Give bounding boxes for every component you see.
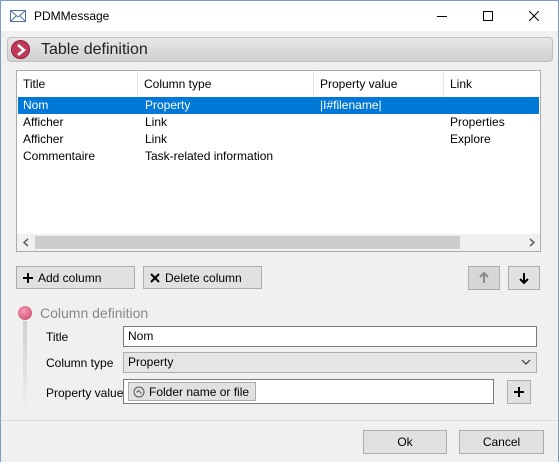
cell-type: Task-related information bbox=[145, 149, 274, 163]
column-definition-heading: Column definition bbox=[40, 305, 149, 321]
maximize-icon bbox=[483, 11, 493, 21]
close-icon bbox=[529, 11, 539, 21]
envelope-icon bbox=[10, 10, 26, 22]
dialog-window: PDMMessage Table definition Title Column… bbox=[0, 0, 559, 462]
column-definition-dot-icon bbox=[18, 306, 32, 320]
cell-type: Link bbox=[145, 132, 168, 146]
delete-x-icon bbox=[150, 272, 160, 283]
move-down-button[interactable] bbox=[508, 266, 540, 290]
table-row[interactable]: Nom Property |I#filename| bbox=[18, 97, 539, 114]
close-button[interactable] bbox=[511, 1, 557, 31]
scrollbar-thumb[interactable] bbox=[35, 236, 460, 249]
column-definition-divider bbox=[23, 321, 27, 411]
col-header-link[interactable]: Link bbox=[444, 71, 540, 97]
delete-column-button[interactable]: Delete column bbox=[143, 266, 262, 289]
section-title: Table definition bbox=[41, 41, 148, 58]
title-label: Title bbox=[46, 330, 69, 344]
maximize-button[interactable] bbox=[465, 1, 511, 31]
horizontal-scrollbar[interactable] bbox=[17, 234, 540, 251]
property-chip-label: Folder name or file bbox=[149, 384, 250, 399]
cell-title: Nom bbox=[23, 98, 49, 112]
section-badge-icon bbox=[11, 40, 30, 59]
move-up-button[interactable] bbox=[468, 266, 500, 290]
column-type-label: Column type bbox=[46, 356, 114, 370]
chevron-down-icon bbox=[521, 359, 531, 365]
plus-icon bbox=[514, 387, 524, 397]
chevron-right-icon bbox=[529, 238, 535, 247]
cell-title: Commentaire bbox=[23, 149, 96, 163]
scroll-left-button[interactable] bbox=[17, 234, 34, 251]
add-column-button[interactable]: Add column bbox=[16, 266, 135, 289]
add-property-button[interactable] bbox=[507, 380, 531, 404]
property-chip[interactable]: Folder name or file bbox=[128, 382, 257, 401]
plus-icon bbox=[23, 272, 33, 283]
col-header-type[interactable]: Column type bbox=[138, 71, 314, 97]
cell-link: Properties bbox=[450, 115, 505, 129]
col-header-value[interactable]: Property value bbox=[314, 71, 444, 97]
cell-value: |I#filename| bbox=[320, 98, 382, 112]
cell-type: Link bbox=[145, 115, 168, 129]
col-header-title[interactable]: Title bbox=[17, 71, 138, 97]
delete-column-label: Delete column bbox=[165, 270, 242, 285]
cancel-button[interactable]: Cancel bbox=[459, 430, 544, 454]
cell-type: Property bbox=[145, 98, 191, 112]
minimize-icon bbox=[437, 16, 447, 17]
column-table[interactable]: Title Column type Property value Link No… bbox=[16, 70, 541, 252]
table-header: Title Column type Property value Link bbox=[17, 71, 540, 97]
add-column-label: Add column bbox=[38, 270, 102, 285]
arrow-down-icon bbox=[519, 273, 529, 284]
column-type-select[interactable]: Property bbox=[123, 352, 537, 373]
arrow-up-icon bbox=[479, 272, 489, 283]
cell-link: Explore bbox=[450, 132, 491, 146]
table-row[interactable]: Commentaire Task-related information bbox=[18, 148, 539, 165]
folder-link-icon bbox=[133, 386, 145, 397]
title-field[interactable]: Nom bbox=[123, 326, 537, 347]
table-row[interactable]: Afficher Link Explore bbox=[18, 131, 539, 148]
property-value-field[interactable]: Folder name or file bbox=[123, 379, 494, 404]
property-value-label: Property value bbox=[46, 386, 124, 400]
table-definition-header: Table definition bbox=[7, 37, 553, 62]
cell-title: Afficher bbox=[23, 132, 64, 146]
column-type-value: Property bbox=[128, 355, 174, 369]
table-row[interactable]: Afficher Link Properties bbox=[18, 114, 539, 131]
title-bar: PDMMessage bbox=[1, 1, 558, 31]
minimize-button[interactable] bbox=[419, 1, 465, 31]
window-title: PDMMessage bbox=[34, 9, 110, 23]
ok-button[interactable]: Ok bbox=[363, 430, 447, 454]
chevron-left-icon bbox=[22, 238, 28, 247]
scroll-right-button[interactable] bbox=[523, 234, 540, 251]
cell-title: Afficher bbox=[23, 115, 64, 129]
